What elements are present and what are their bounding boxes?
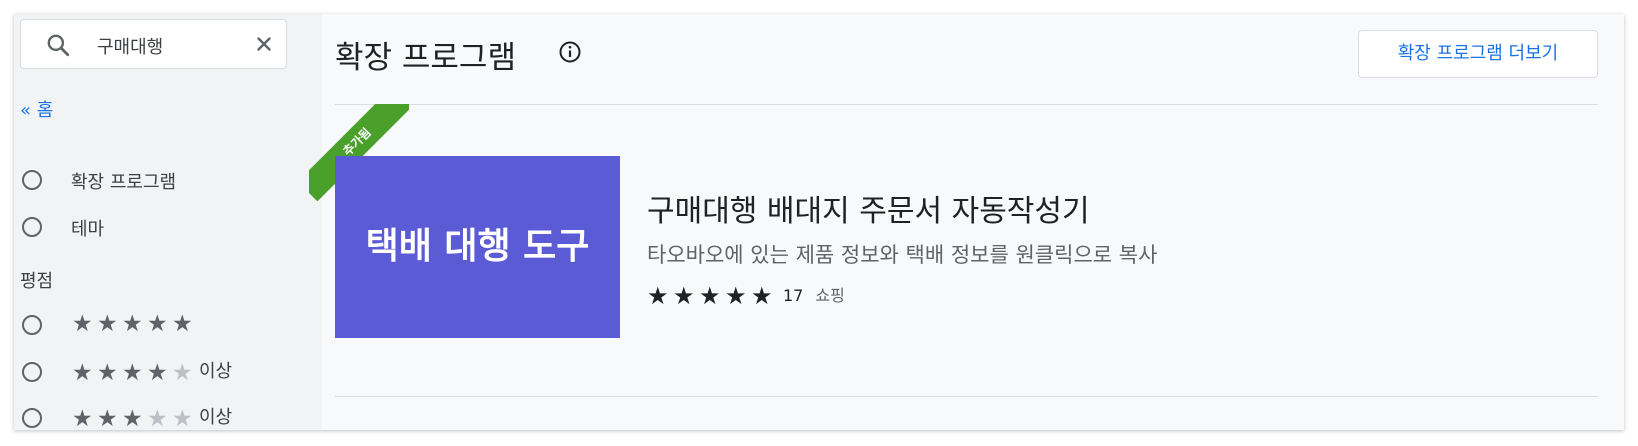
star-icon: ★ bbox=[97, 360, 118, 386]
rating-filter-4-stars[interactable]: ★ ★ ★ ★ ★ 이상 bbox=[72, 357, 232, 386]
sidebar: 구매대행 « 홈 확장 프로그램 테마 평점 ★ ★ ★ ★ ★ ★ ★ ★ ★ ★ 이상 ★ ★ ★… bbox=[14, 14, 322, 430]
search-box[interactable]: 구매대행 bbox=[20, 19, 287, 69]
star-empty-icon: ★ bbox=[147, 406, 168, 430]
rating-count: 17 bbox=[783, 286, 804, 305]
star-icon: ★ bbox=[751, 282, 773, 310]
star-icon: ★ bbox=[122, 406, 143, 430]
extension-thumbnail[interactable]: 택배 대행 도구 bbox=[335, 156, 620, 338]
star-icon: ★ bbox=[147, 311, 168, 337]
radio-rating-4[interactable] bbox=[22, 362, 42, 382]
main-content: 확장 프로그램 확장 프로그램 더보기 추가됨 택배 대행 도구 구매대행 배대… bbox=[309, 14, 1624, 430]
filter-label-extensions[interactable]: 확장 프로그램 bbox=[71, 168, 176, 194]
extension-description: 타오바오에 있는 제품 정보와 택배 정보를 원클릭으로 복사 bbox=[647, 243, 1158, 267]
close-icon[interactable] bbox=[253, 33, 275, 55]
radio-themes[interactable] bbox=[22, 217, 42, 237]
section-title: 확장 프로그램 bbox=[335, 40, 516, 76]
extension-meta: ★ ★ ★ ★ ★ 17 쇼핑 bbox=[647, 282, 845, 310]
radio-rating-5[interactable] bbox=[22, 315, 42, 335]
star-icon: ★ bbox=[647, 282, 669, 310]
filter-label-themes[interactable]: 테마 bbox=[71, 215, 104, 241]
star-empty-icon: ★ bbox=[172, 406, 193, 430]
web-store-window: 구매대행 « 홈 확장 프로그램 테마 평점 ★ ★ ★ ★ ★ ★ ★ ★ ★ ★ 이상 ★ ★ ★… bbox=[14, 14, 1624, 430]
search-icon bbox=[47, 34, 70, 57]
info-icon[interactable] bbox=[558, 40, 582, 64]
rating-filter-suffix: 이상 bbox=[199, 407, 233, 428]
star-icon: ★ bbox=[699, 282, 721, 310]
search-input[interactable]: 구매대행 bbox=[97, 33, 163, 59]
radio-rating-3[interactable] bbox=[22, 408, 42, 428]
star-icon: ★ bbox=[725, 282, 747, 310]
star-icon: ★ bbox=[673, 282, 695, 310]
star-icon: ★ bbox=[72, 311, 93, 337]
extension-rating-stars: ★ ★ ★ ★ ★ bbox=[647, 282, 777, 310]
extension-category[interactable]: 쇼핑 bbox=[815, 286, 844, 305]
extension-card[interactable]: 추가됨 택배 대행 도구 구매대행 배대지 주문서 자동작성기 타오바오에 있는… bbox=[309, 104, 1495, 340]
home-link[interactable]: « 홈 bbox=[20, 96, 53, 122]
star-empty-icon: ★ bbox=[172, 360, 193, 386]
rating-filter-5-stars[interactable]: ★ ★ ★ ★ ★ bbox=[72, 311, 197, 337]
divider bbox=[335, 396, 1598, 397]
star-icon: ★ bbox=[72, 406, 93, 430]
radio-extensions[interactable] bbox=[22, 170, 42, 190]
star-icon: ★ bbox=[97, 406, 118, 430]
star-icon: ★ bbox=[147, 360, 168, 386]
star-icon: ★ bbox=[122, 311, 143, 337]
star-icon: ★ bbox=[72, 360, 93, 386]
rating-filter-3-stars[interactable]: ★ ★ ★ ★ ★ 이상 bbox=[72, 403, 232, 430]
more-extensions-button[interactable]: 확장 프로그램 더보기 bbox=[1358, 30, 1598, 78]
divider bbox=[335, 104, 1598, 105]
star-icon: ★ bbox=[172, 311, 193, 337]
star-icon: ★ bbox=[97, 311, 118, 337]
extension-title[interactable]: 구매대행 배대지 주문서 자동작성기 bbox=[647, 186, 1090, 230]
rating-filter-suffix: 이상 bbox=[199, 361, 233, 382]
rating-filter-heading: 평점 bbox=[20, 271, 54, 292]
star-icon: ★ bbox=[122, 360, 143, 386]
